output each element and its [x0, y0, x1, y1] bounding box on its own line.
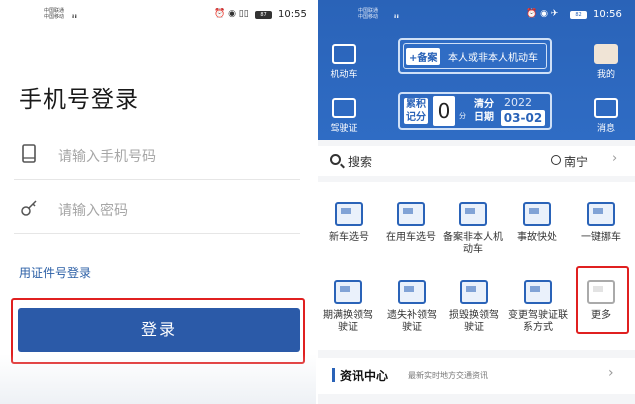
status-bar: 中国联通 中国移动 ᵢₗₗ ᵢₗₗ ⏰ ◉ ▯▯ 87 10:55	[0, 8, 316, 26]
service-accident[interactable]: 事故快处	[506, 202, 568, 244]
service-renew-license[interactable]: 期满换领驾驶证	[320, 280, 376, 334]
service-label: 一键挪车	[581, 232, 621, 243]
score-card[interactable]: 累积记分 0 分 清分日期 2022 03-02	[398, 92, 552, 130]
score-label: 累积记分	[404, 98, 428, 124]
password-placeholder: 请输入密码	[58, 203, 128, 219]
carrier-bottom: 中国移动	[358, 14, 379, 20]
news-subtitle: 最新实时地方交通资讯	[408, 371, 488, 380]
clear-date: 03-02	[501, 110, 545, 126]
lost-license-icon	[398, 280, 426, 304]
service-move-car[interactable]: 一键挪车	[570, 202, 632, 244]
service-label: 期满换领驾驶证	[323, 310, 373, 333]
license-tab[interactable]: 驾驶证	[324, 98, 364, 134]
renew-license-icon	[334, 280, 362, 304]
service-new-plate[interactable]: 新车选号	[318, 202, 380, 244]
chevron-right-icon: ›	[612, 151, 618, 166]
section-marker	[332, 368, 335, 382]
mine-label: 我的	[596, 70, 615, 80]
search-bar[interactable]: 搜索 南宁 ›	[318, 146, 635, 176]
clear-date-label: 清分日期	[474, 99, 494, 123]
vehicle-icon	[332, 44, 356, 64]
license-label: 驾驶证	[330, 124, 358, 134]
move-car-icon	[587, 202, 615, 226]
status-time: 10:55	[278, 9, 307, 20]
status-icons: ⏰ ◉ ▯▯	[214, 9, 249, 19]
battery-icon: 82	[570, 11, 587, 19]
register-icon	[459, 202, 487, 226]
register-text: 本人或非本人机动车	[448, 53, 538, 64]
mine-tab[interactable]: 我的	[586, 44, 626, 80]
service-label: 遗失补领驾驶证	[387, 310, 437, 333]
screenshot-root: 中国联通 中国移动 ᵢₗₗ ᵢₗₗ ⏰ ◉ ▯▯ 87 10:55 手机号登录 …	[0, 0, 635, 404]
status-icons: ⏰ ◉ ✈	[526, 9, 559, 19]
new-plate-icon	[335, 202, 363, 226]
service-lost-license[interactable]: 遗失补领驾驶证	[384, 280, 440, 334]
carrier-label: 中国联通 中国移动	[44, 8, 64, 20]
service-register-vehicle[interactable]: 备案非本人机动车	[442, 202, 504, 256]
message-tab[interactable]: 消息	[586, 98, 626, 134]
app-header: 中国联通 中国移动 ᵢₗₗ ᵢₗₗ ⏰ ◉ ✈ 82 10:56 机动车 驾驶证…	[318, 0, 635, 140]
search-label: 搜索	[348, 155, 373, 169]
score-unit: 分	[459, 112, 466, 120]
phone-field[interactable]: 请输入手机号码	[14, 130, 300, 180]
home-screen: 中国联通 中国移动 ᵢₗₗ ᵢₗₗ ⏰ ◉ ✈ 82 10:56 机动车 驾驶证…	[318, 0, 635, 404]
score-value: 0	[433, 96, 455, 126]
location-icon	[551, 155, 561, 165]
battery-icon: 87	[255, 11, 272, 19]
password-field[interactable]: 请输入密码	[14, 184, 300, 234]
news-center[interactable]: 资讯中心 最新实时地方交通资讯 ›	[318, 358, 635, 394]
service-label: 更多	[591, 310, 611, 321]
status-time: 10:56	[593, 9, 622, 20]
news-title: 资讯中心	[340, 369, 389, 383]
register-tag: +备案	[406, 48, 441, 65]
service-label: 损毁换领驾驶证	[449, 310, 499, 333]
signal-icon: ᵢₗₗ ᵢₗₗ	[394, 11, 399, 20]
message-label: 消息	[596, 124, 615, 134]
damaged-license-icon	[460, 280, 488, 304]
service-more[interactable]: 更多	[572, 280, 630, 322]
vehicle-tab[interactable]: 机动车	[324, 44, 364, 80]
change-contact-icon	[524, 280, 552, 304]
phone-placeholder: 请输入手机号码	[58, 149, 156, 165]
service-label: 事故快处	[517, 232, 557, 243]
signal-icon: ᵢₗₗ ᵢₗₗ	[72, 11, 77, 20]
carrier-bottom: 中国移动	[44, 14, 65, 20]
avatar	[594, 44, 618, 64]
search-icon	[330, 154, 341, 165]
carrier-label: 中国联通 中国移动	[358, 8, 378, 20]
login-screen: 中国联通 中国移动 ᵢₗₗ ᵢₗₗ ⏰ ◉ ▯▯ 87 10:55 手机号登录 …	[0, 0, 316, 404]
service-grid: 新车选号 在用车选号 备案非本人机动车 事故快处 一键挪车 期满换领驾驶证 遗失…	[318, 182, 635, 350]
service-label: 变更驾驶证联系方式	[508, 310, 568, 333]
license-icon	[332, 98, 356, 118]
key-icon	[21, 200, 37, 216]
bottom-fade	[0, 354, 316, 404]
chevron-right-icon: ›	[608, 365, 614, 381]
vehicle-label: 机动车	[330, 70, 358, 80]
service-used-plate[interactable]: 在用车选号	[380, 202, 442, 244]
service-change-contact[interactable]: 变更驾驶证联系方式	[508, 280, 568, 334]
used-plate-icon	[397, 202, 425, 226]
more-icon	[587, 280, 615, 304]
clear-year: 2022	[504, 96, 532, 109]
service-damaged-license[interactable]: 损毁换领驾驶证	[446, 280, 502, 334]
service-label: 备案非本人机动车	[443, 232, 503, 255]
register-vehicle-card[interactable]: +备案 本人或非本人机动车	[398, 38, 552, 74]
service-label: 新车选号	[329, 232, 369, 243]
location-label[interactable]: 南宁	[564, 153, 588, 170]
page-title: 手机号登录	[19, 87, 139, 113]
accident-icon	[523, 202, 551, 226]
login-button[interactable]: 登录	[18, 308, 300, 352]
mail-icon	[594, 98, 618, 118]
cert-login-link[interactable]: 用证件号登录	[19, 264, 91, 281]
phone-icon	[22, 144, 36, 163]
service-label: 在用车选号	[386, 232, 436, 243]
